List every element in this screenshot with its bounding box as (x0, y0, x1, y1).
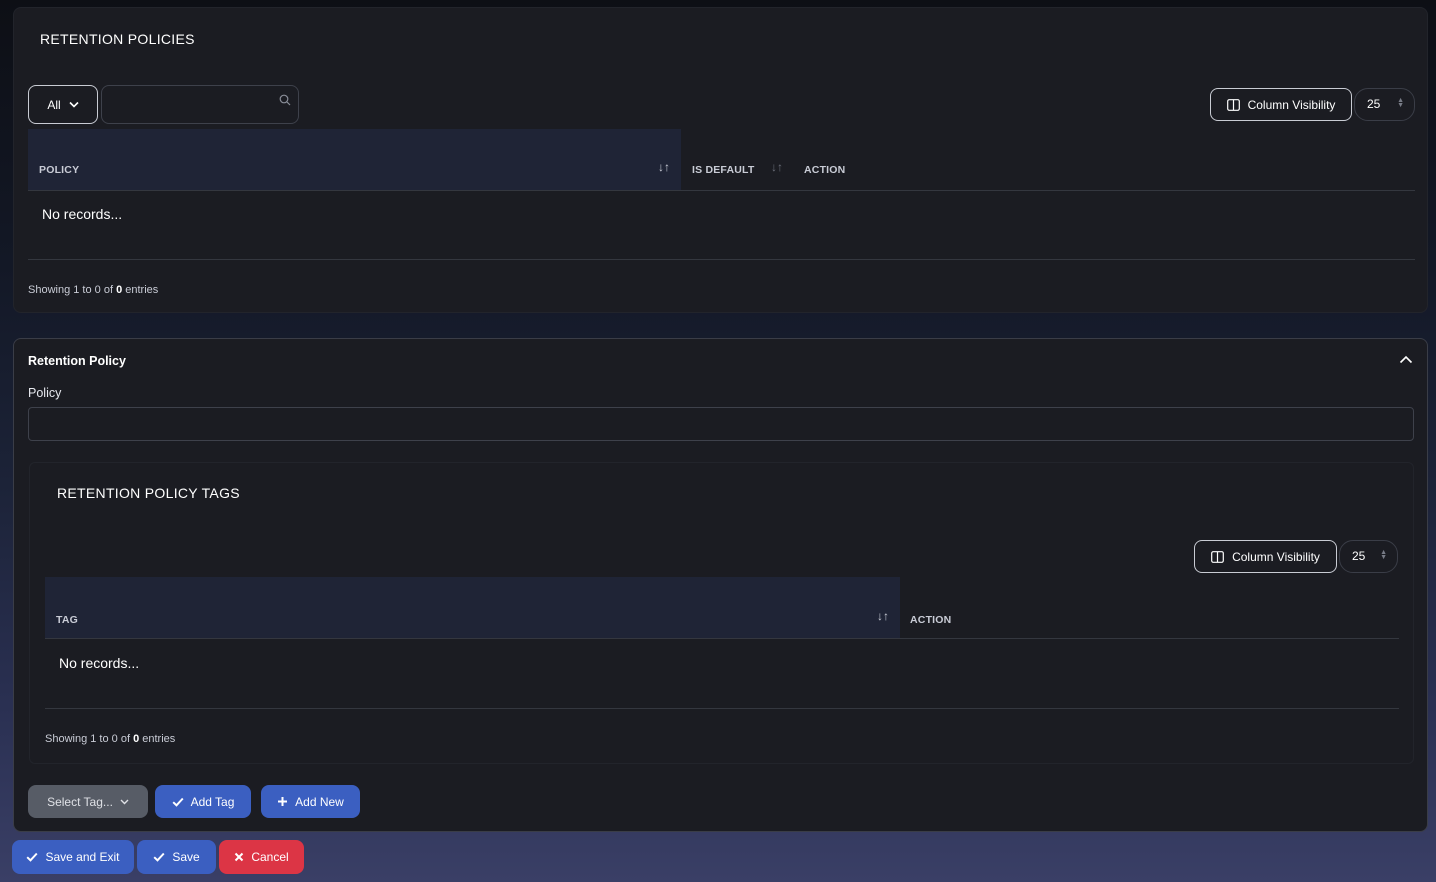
column-header-action: ACTION (910, 614, 952, 626)
retention-policy-tags-panel: RETENTION POLICY TAGS Column Visibility … (29, 462, 1414, 764)
cancel-label: Cancel (251, 850, 289, 864)
save-and-exit-label: Save and Exit (45, 850, 120, 864)
empty-message: No records... (42, 206, 123, 222)
add-new-label: Add New (295, 794, 344, 809)
divider (45, 708, 1399, 709)
retention-policy-form-panel: Retention Policy Policy RETENTION POLICY… (13, 338, 1428, 832)
column-header-policy[interactable]: POLICY (39, 164, 79, 176)
page-size-select[interactable]: 25 ▲ ▼ (1339, 540, 1398, 573)
check-icon (153, 852, 165, 862)
add-tag-label: Add Tag (190, 794, 235, 809)
page-size-value: 25 (1352, 549, 1366, 563)
table-info: Showing 1 to 0 of 0 entries (28, 284, 158, 296)
filter-value: All (47, 97, 61, 112)
info-prefix: Showing 1 to 0 of (28, 284, 114, 296)
check-icon (172, 797, 184, 807)
cancel-button[interactable]: Cancel (219, 840, 304, 874)
columns-icon (1211, 550, 1224, 563)
column-visibility-button[interactable]: Column Visibility (1210, 88, 1352, 121)
columns-icon (1226, 98, 1240, 111)
save-and-exit-button[interactable]: Save and Exit (12, 840, 134, 874)
search-field[interactable] (110, 94, 274, 116)
info-total: 0 (116, 284, 123, 296)
page-size-select[interactable]: 25 ▲ ▼ (1354, 88, 1415, 121)
retention-policies-panel: RETENTION POLICIES All Column Visibility… (13, 7, 1428, 313)
info-prefix: Showing 1 to 0 of (45, 733, 131, 745)
column-visibility-label: Column Visibility (1247, 97, 1336, 112)
page-size-value: 25 (1367, 97, 1381, 111)
updown-icon: ▲ ▼ (1380, 549, 1387, 561)
updown-icon: ▲ ▼ (1397, 97, 1404, 109)
column-header-action: ACTION (804, 164, 846, 176)
save-label: Save (172, 850, 200, 864)
add-tag-button[interactable]: Add Tag (155, 785, 251, 818)
select-tag-dropdown[interactable]: Select Tag... (28, 785, 148, 818)
panel-title: RETENTION POLICIES (40, 31, 195, 47)
chevron-down-icon (69, 101, 79, 108)
column-header-tag[interactable]: TAG (56, 614, 78, 626)
column-visibility-label: Column Visibility (1232, 549, 1320, 564)
policy-input[interactable] (28, 407, 1414, 441)
add-new-button[interactable]: Add New (261, 785, 360, 818)
select-tag-placeholder: Select Tag... (47, 794, 113, 809)
form-title: Retention Policy (28, 354, 126, 368)
sort-icon[interactable]: ↓↑ (877, 609, 889, 623)
search-input[interactable] (101, 85, 299, 124)
empty-message: No records... (59, 655, 140, 671)
sort-icon[interactable]: ↓↑ (771, 160, 783, 174)
chevron-down-icon (120, 799, 129, 805)
info-suffix: entries (125, 284, 159, 296)
chevron-up-icon[interactable] (1399, 355, 1413, 364)
close-icon (234, 852, 244, 862)
policy-label: Policy (28, 386, 62, 400)
table-info: Showing 1 to 0 of 0 entries (45, 733, 175, 745)
info-total: 0 (133, 733, 140, 745)
column-visibility-button[interactable]: Column Visibility (1194, 540, 1337, 573)
filter-dropdown[interactable]: All (28, 85, 98, 124)
plus-icon (277, 796, 288, 807)
info-suffix: entries (142, 733, 176, 745)
divider (28, 259, 1415, 260)
divider (45, 638, 1399, 639)
tags-title: RETENTION POLICY TAGS (57, 485, 240, 501)
check-icon (26, 852, 39, 862)
column-header-is-default[interactable]: IS DEFAULT (692, 164, 754, 176)
divider (28, 190, 1415, 191)
search-icon (279, 94, 291, 106)
sort-icon[interactable]: ↓↑ (658, 160, 670, 174)
save-button[interactable]: Save (137, 840, 216, 874)
tag-header-bg (45, 577, 900, 638)
policy-header-bg (28, 129, 681, 190)
